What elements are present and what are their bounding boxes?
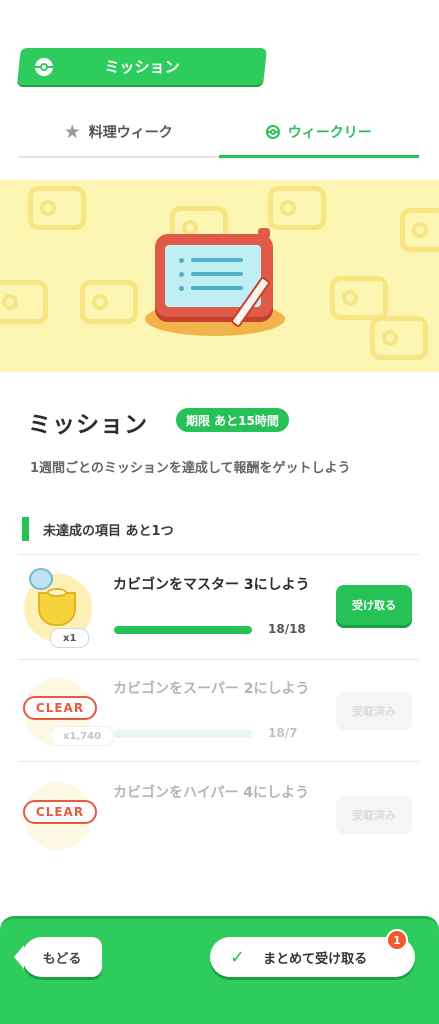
received-button[interactable]: 受取済み [336,796,412,834]
page-title: ミッション [104,58,180,76]
pokeball-icon [35,57,53,76]
divider [18,554,419,555]
mission-text: カビゴンをハイパー 4にしよう [113,785,310,801]
hero-illustration [0,180,439,372]
received-button[interactable]: 受取済み [336,692,412,730]
divider [18,659,419,660]
title-banner: ミッション [19,48,265,85]
tab-bar: ★ 料理ウィーク ウィークリー [18,108,419,158]
card-pattern-icon [400,208,439,252]
claim-all-label: まとめて受け取る [263,951,368,967]
deadline-badge: 期限 あと15時間 [176,408,289,432]
progress-label: 18/18 [268,622,306,636]
card-pattern-icon [28,186,86,230]
cooking-pot-icon [38,588,76,626]
progress-fill [114,730,252,738]
clear-badge: CLEAR [23,800,97,824]
card-pattern-icon [330,276,388,320]
reward-quantity: x1,740 [50,726,115,746]
pokeball-icon [265,125,280,139]
divider [18,761,419,762]
card-pattern-icon [0,280,48,324]
pending-label: 未達成の項目 あと1つ [43,523,174,539]
progress-bar [114,730,252,738]
progress-label: 18/7 [268,726,298,740]
card-pattern-icon [80,280,138,324]
pending-heading: 未達成の項目 あと1つ [22,517,174,541]
clear-badge: CLEAR [23,696,97,720]
back-button[interactable]: もどる [14,937,102,977]
mission-row: x1 カビゴンをマスター 3にしよう 18/18 受け取る [0,558,439,658]
star-icon: ★ [63,120,81,143]
checkmark-icon: ✓ [230,946,246,968]
tab-label: 料理ウィーク [88,125,173,141]
card-pattern-icon [370,316,428,360]
back-label: もどる [42,951,82,967]
section-description: 1週間ごとのミッションを達成して報酬をゲットしよう [30,461,351,476]
receive-button[interactable]: 受け取る [336,585,412,625]
accent-bar [22,517,29,541]
tab-cooking-week[interactable]: ★ 料理ウィーク [18,108,219,156]
reward-quantity: x1 [50,628,90,648]
progress-fill [114,626,252,634]
mission-text: カビゴンをマスター 3にしよう [113,577,310,593]
card-pattern-icon [268,186,326,230]
progress-bar [114,626,252,634]
tablet-icon [155,234,273,322]
tab-weekly[interactable]: ウィークリー [218,108,420,158]
section-title: ミッション [28,412,148,438]
mission-text: カビゴンをスーパー 2にしよう [113,681,310,697]
claim-all-button[interactable]: ✓ まとめて受け取る [210,937,415,977]
snorlax-icon [29,568,53,590]
tab-label: ウィークリー [287,125,372,141]
notification-badge: 1 [386,929,408,951]
